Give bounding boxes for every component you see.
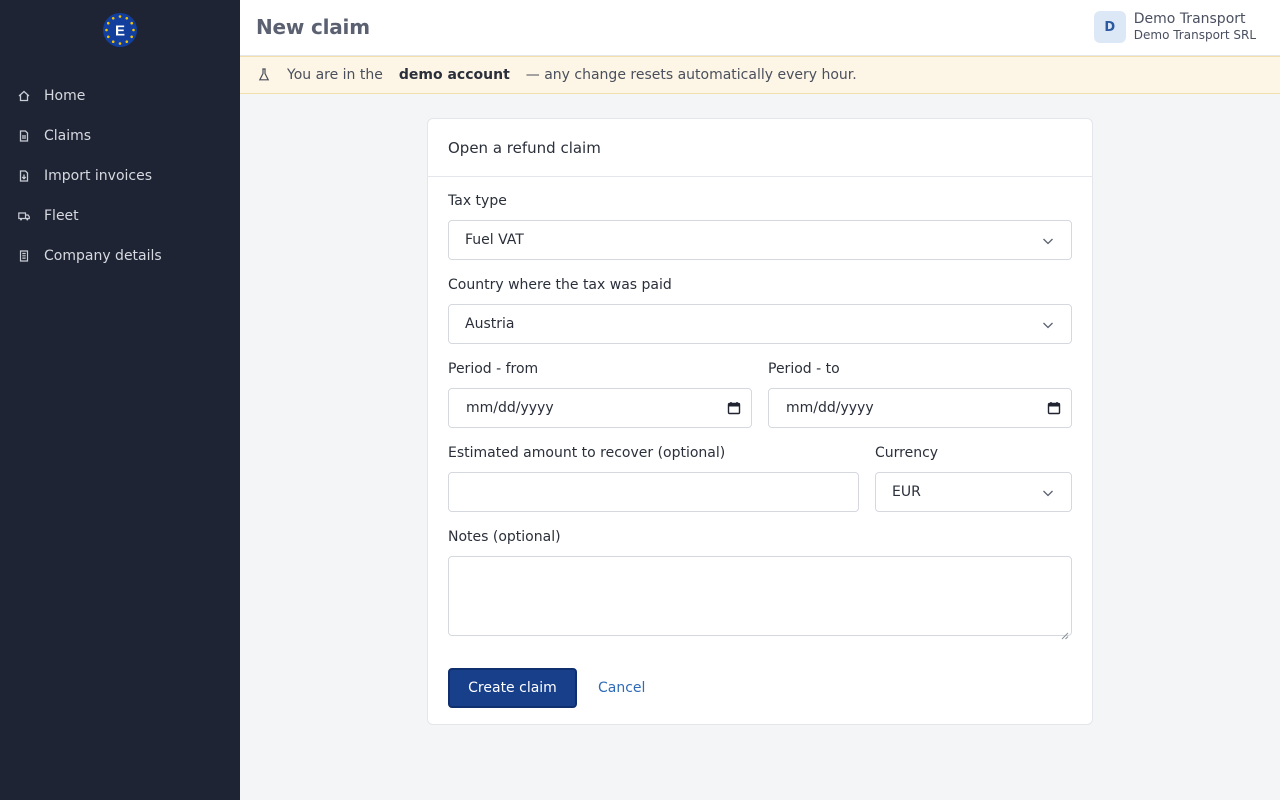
sidebar-item-label: Home xyxy=(44,88,86,104)
currency-select[interactable]: EUR xyxy=(875,472,1072,512)
sidebar-item-company-details[interactable]: Company details xyxy=(0,236,240,276)
top-header: New claim D Demo Transport Demo Transpor… xyxy=(240,0,1280,56)
banner-highlight: demo account xyxy=(398,67,510,83)
document-icon xyxy=(18,130,30,142)
truck-icon xyxy=(18,210,30,222)
account-menu[interactable]: D Demo Transport Demo Transport SRL xyxy=(1093,10,1256,43)
sidebar-nav: Home Claims Import invoices Fleet Compan… xyxy=(0,76,240,276)
currency-value: EUR xyxy=(892,484,921,500)
banner-prefix: You are in the xyxy=(287,67,383,83)
sidebar-item-label: Company details xyxy=(44,248,162,264)
banner-suffix: — any change resets automatically every … xyxy=(525,67,857,83)
tax-type-label: Tax type xyxy=(448,193,507,209)
period-to-placeholder: mm/dd/yyyy xyxy=(786,400,874,416)
account-name: Demo Transport xyxy=(1133,10,1246,27)
period-from-label: Period - from xyxy=(448,361,539,377)
amount-label: Estimated amount to recover (optional) xyxy=(448,445,726,461)
sidebar: E Home Claims Import invoices Fleet Comp… xyxy=(0,0,240,800)
chevron-down-icon xyxy=(1041,486,1055,500)
building-icon xyxy=(18,250,30,262)
svg-text:E: E xyxy=(115,23,125,40)
period-from-date-input[interactable]: mm/dd/yyyy xyxy=(448,388,752,428)
notes-textarea[interactable] xyxy=(448,556,1072,640)
file-import-icon xyxy=(18,170,30,182)
sidebar-item-label: Import invoices xyxy=(44,168,153,184)
chevron-down-icon xyxy=(1041,318,1055,332)
tax-type-select[interactable]: Fuel VAT xyxy=(448,220,1072,260)
resize-handle-icon[interactable] xyxy=(1061,625,1069,640)
account-company: Demo Transport SRL xyxy=(1133,28,1256,43)
sidebar-item-claims[interactable]: Claims xyxy=(0,116,240,156)
sidebar-item-label: Claims xyxy=(44,128,92,144)
tax-type-value: Fuel VAT xyxy=(465,232,524,248)
flask-icon xyxy=(258,68,270,82)
eu-logo-icon[interactable]: E xyxy=(102,12,138,48)
cancel-link[interactable]: Cancel xyxy=(598,668,645,708)
calendar-icon[interactable] xyxy=(1047,401,1061,415)
country-select[interactable]: Austria xyxy=(448,304,1072,344)
avatar[interactable]: D xyxy=(1093,11,1126,43)
period-from-placeholder: mm/dd/yyyy xyxy=(466,400,554,416)
period-to-date-input[interactable]: mm/dd/yyyy xyxy=(768,388,1072,428)
country-value: Austria xyxy=(465,316,515,332)
sidebar-item-label: Fleet xyxy=(44,208,79,224)
demo-banner: You are in the demo account — any change… xyxy=(240,56,1280,94)
refund-claim-card: Open a refund claim Tax type Fuel VAT Co… xyxy=(427,118,1093,725)
sidebar-item-fleet[interactable]: Fleet xyxy=(0,196,240,236)
create-claim-button[interactable]: Create claim xyxy=(448,668,577,708)
currency-label: Currency xyxy=(875,445,939,461)
calendar-icon[interactable] xyxy=(727,401,741,415)
home-icon xyxy=(18,90,30,102)
amount-input[interactable] xyxy=(448,472,859,512)
sidebar-item-import-invoices[interactable]: Import invoices xyxy=(0,156,240,196)
page-title: New claim xyxy=(256,15,370,39)
chevron-down-icon xyxy=(1041,234,1055,248)
sidebar-item-home[interactable]: Home xyxy=(0,76,240,116)
period-to-label: Period - to xyxy=(768,361,840,377)
account-info: Demo Transport Demo Transport SRL xyxy=(1133,10,1256,43)
notes-label: Notes (optional) xyxy=(448,529,561,545)
card-title: Open a refund claim xyxy=(428,119,1092,177)
country-label: Country where the tax was paid xyxy=(448,277,672,293)
